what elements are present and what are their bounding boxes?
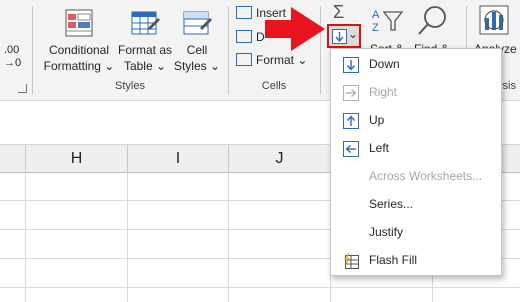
- menu-item-left[interactable]: Left: [331, 135, 501, 163]
- fill-right-icon: [343, 85, 359, 101]
- menu-item-label: Across Worksheets...: [369, 169, 483, 183]
- grid-line: [25, 172, 26, 302]
- fill-dropdown-menu: Down Right Up Left Across Worksheets... …: [330, 48, 502, 276]
- red-pointer-arrow: [265, 7, 325, 51]
- fill-up-icon: [343, 113, 359, 129]
- cell-styles-button[interactable]: Cell Styles ⌄: [172, 6, 222, 74]
- menu-item-label: Flash Fill: [369, 253, 418, 267]
- group-separator: [32, 6, 33, 94]
- cell-styles-icon: [183, 11, 212, 35]
- format-as-table-button[interactable]: Format as Table ⌄: [114, 6, 176, 74]
- flash-fill-icon: [344, 253, 359, 269]
- fill-down-icon: [332, 29, 347, 44]
- format-as-table-label-1: Format as: [117, 43, 172, 57]
- menu-item-right[interactable]: Right: [331, 79, 501, 107]
- menu-item-label: Down: [369, 57, 400, 71]
- conditional-formatting-icon: [65, 9, 93, 37]
- menu-item-up[interactable]: Up: [331, 107, 501, 135]
- conditional-formatting-label-2: Formatting ⌄: [43, 59, 115, 73]
- menu-item-label: Left: [369, 141, 390, 155]
- styles-group-label: Styles: [115, 80, 145, 92]
- cell-styles-label-1: Cell: [186, 43, 208, 57]
- conditional-formatting-label-1: Conditional: [48, 43, 110, 57]
- column-header-h[interactable]: H: [26, 145, 128, 172]
- cells-group-label: Cells: [261, 80, 287, 92]
- sort-filter-icon[interactable]: A Z: [370, 6, 404, 34]
- format-button[interactable]: Format ⌄: [236, 53, 307, 67]
- column-header-i[interactable]: I: [128, 145, 229, 172]
- column-header-j[interactable]: J: [229, 145, 331, 172]
- grid-line: [127, 172, 128, 302]
- menu-item-down[interactable]: Down: [331, 51, 501, 79]
- menu-item-across-worksheets[interactable]: Across Worksheets...: [331, 163, 501, 191]
- menu-item-label: Right: [369, 85, 398, 99]
- menu-item-label: Up: [369, 113, 385, 127]
- find-select-icon[interactable]: [416, 4, 450, 36]
- analyze-data-icon[interactable]: [478, 4, 510, 36]
- dialog-launcher-icon[interactable]: [18, 84, 27, 93]
- format-label: Format: [256, 53, 295, 67]
- conditional-formatting-button[interactable]: Conditional Formatting ⌄: [40, 6, 118, 74]
- cell-styles-label-2: Styles ⌄: [173, 59, 221, 73]
- insert-icon: [236, 6, 252, 19]
- fill-left-icon: [343, 141, 359, 157]
- format-icon: [236, 53, 252, 66]
- group-separator: [228, 6, 229, 94]
- menu-item-label: Justify: [369, 225, 404, 239]
- column-header-partial[interactable]: [0, 145, 26, 172]
- menu-item-flash-fill[interactable]: Flash Fill: [331, 247, 501, 275]
- menu-item-label: Series...: [369, 197, 414, 211]
- fill-down-icon: [343, 57, 359, 73]
- delete-button[interactable]: D: [236, 30, 265, 44]
- fill-dropdown-chevron: ⌄: [348, 27, 359, 41]
- autosum-icon[interactable]: Σ: [333, 2, 344, 23]
- delete-icon: [236, 30, 252, 43]
- menu-item-series[interactable]: Series...: [331, 191, 501, 219]
- grid-line: [228, 172, 229, 302]
- grid-line: [0, 287, 520, 288]
- svg-text:A: A: [372, 9, 380, 21]
- format-as-table-label-2: Table ⌄: [123, 59, 167, 73]
- menu-item-justify[interactable]: Justify: [331, 219, 501, 247]
- format-as-table-icon: [131, 11, 160, 35]
- fill-button[interactable]: ⌄: [327, 24, 361, 48]
- number-format-decimal-label-2[interactable]: →0: [4, 57, 21, 69]
- number-format-decimal-label[interactable]: .00: [4, 44, 19, 56]
- svg-text:Z: Z: [372, 22, 379, 34]
